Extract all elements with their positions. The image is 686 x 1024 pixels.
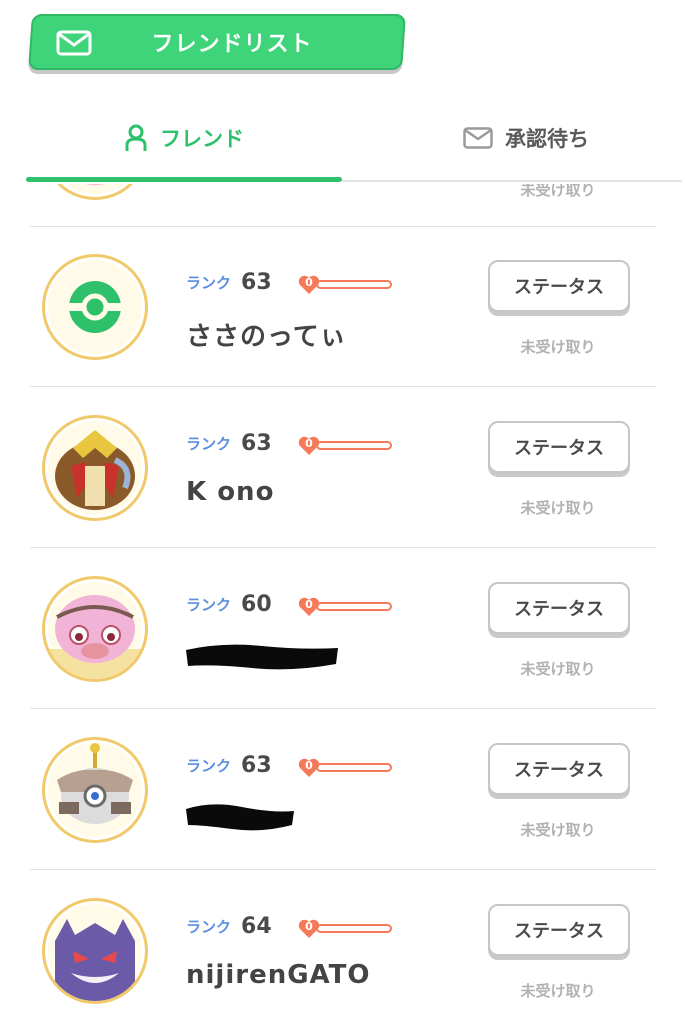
gift-status: 未受け取り [520, 499, 596, 517]
list-item[interactable]: ランク 63 0 K ono ステータス 未受け取り [30, 387, 656, 548]
status-button[interactable]: ステータス [488, 421, 630, 473]
gift-status: 未受け取り [520, 184, 596, 199]
magearna-icon [57, 743, 133, 824]
friendship-meter: 0 [298, 596, 394, 618]
redaction-scribble [186, 804, 294, 831]
avatar [42, 415, 148, 521]
friend-name: nijirenGATO [186, 960, 371, 990]
page-title: フレンドリスト [151, 32, 313, 57]
friend-list[interactable]: 未受け取り ランク 63 0 ささのってぃ ステータス 未受け取り ランク 63… [30, 184, 656, 1024]
entei-icon [55, 430, 135, 510]
avatar [42, 184, 148, 200]
list-item[interactable]: ランク 63 0 ステータス 未受け取り [30, 709, 656, 870]
list-item[interactable]: ランク 63 0 ささのってぃ ステータス 未受け取り [30, 226, 656, 387]
rank-value: 60 [241, 592, 272, 617]
redaction-scribble [186, 644, 338, 670]
tab-pending[interactable]: 承認待ち [368, 108, 684, 168]
rank-label: ランク [186, 757, 232, 775]
rank-value: 63 [241, 753, 272, 778]
mail-icon [463, 127, 493, 149]
tab-friends[interactable]: フレンド [26, 108, 342, 168]
gift-status: 未受け取り [520, 338, 596, 356]
status-button[interactable]: ステータス [488, 260, 630, 312]
status-button[interactable]: ステータス [488, 904, 630, 956]
avatar [42, 254, 148, 360]
tab-bar: フレンド 承認待ち [26, 108, 682, 182]
gift-status: 未受け取り [520, 982, 596, 1000]
person-icon [125, 124, 147, 151]
rank: ランク 63 [186, 753, 272, 778]
tab-divider [342, 180, 682, 182]
rank-label: ランク [186, 918, 232, 936]
gengar-icon [55, 919, 135, 1001]
list-item[interactable]: 未受け取り [30, 184, 656, 227]
avatar [42, 898, 148, 1004]
rank: ランク 60 [186, 592, 272, 617]
list-item[interactable]: ランク 64 0 nijirenGATO ステータス 未受け取り [30, 870, 656, 1024]
active-tab-indicator [26, 177, 342, 182]
rank: ランク 64 [186, 914, 272, 939]
gift-status: 未受け取り [520, 821, 596, 839]
friend-name: ささのってぃ [186, 322, 347, 352]
friendship-meter: 0 [298, 435, 394, 457]
friend-name: K ono [186, 477, 275, 507]
rank: ランク 63 [186, 270, 272, 295]
friendship-meter: 0 [298, 918, 394, 940]
tab-friends-label: フレンド [160, 127, 244, 151]
avatar [42, 576, 148, 682]
tab-pending-label: 承認待ち [505, 127, 589, 151]
rank-value: 64 [241, 914, 272, 939]
friendship-meter: 0 [298, 757, 394, 779]
rank-value: 63 [241, 270, 272, 295]
list-item[interactable]: ランク 60 0 ステータス 未受け取り [30, 548, 656, 709]
rank-value: 63 [241, 431, 272, 456]
rank-label: ランク [186, 274, 232, 292]
rank: ランク 63 [186, 431, 272, 456]
pokeball-icon [67, 281, 123, 333]
friendship-meter: 0 [298, 274, 394, 296]
rank-label: ランク [186, 596, 232, 614]
slowking-icon [45, 595, 145, 679]
gift-status: 未受け取り [520, 660, 596, 678]
rank-label: ランク [186, 435, 232, 453]
status-button[interactable]: ステータス [488, 582, 630, 634]
avatar [42, 737, 148, 843]
status-button[interactable]: ステータス [488, 743, 630, 795]
friend-list-header: フレンドリスト [28, 14, 406, 70]
